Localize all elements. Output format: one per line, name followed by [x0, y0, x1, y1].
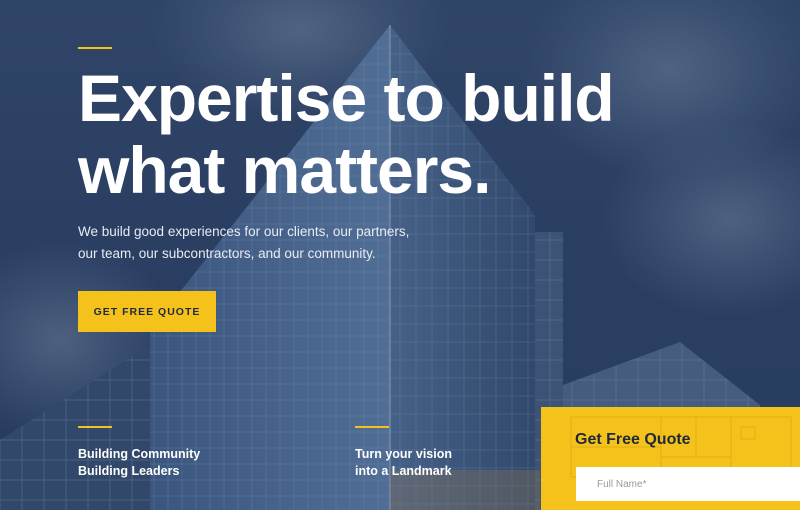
feature-turn-your-vision: Turn your vision into a Landmark — [355, 446, 452, 480]
quote-form-panel: Get Free Quote — [541, 407, 800, 510]
feature-1-accent-rule — [78, 426, 112, 428]
headline-line-2: what matters. — [78, 133, 491, 207]
feature-1-line-1: Building Community — [78, 447, 201, 461]
feature-2-line-2: into a Landmark — [355, 464, 452, 478]
full-name-input[interactable] — [576, 467, 800, 501]
get-free-quote-button[interactable]: GET FREE QUOTE — [78, 291, 216, 332]
headline-accent-rule — [78, 47, 112, 49]
quote-form-title: Get Free Quote — [575, 431, 691, 448]
headline-line-1: Expertise to build — [78, 61, 615, 135]
hero-subtitle: We build good experiences for our client… — [78, 221, 438, 265]
hero-headline: Expertise to build what matters. — [78, 62, 638, 206]
feature-building-community: Building Community Building Leaders — [78, 446, 200, 480]
feature-2-line-1: Turn your vision — [355, 447, 452, 461]
feature-1-line-2: Building Leaders — [78, 464, 180, 478]
subtitle-line-1: We build good experiences for our client… — [78, 224, 410, 239]
feature-2-accent-rule — [355, 426, 389, 428]
subtitle-line-2: our team, our subcontractors, and our co… — [78, 246, 376, 261]
